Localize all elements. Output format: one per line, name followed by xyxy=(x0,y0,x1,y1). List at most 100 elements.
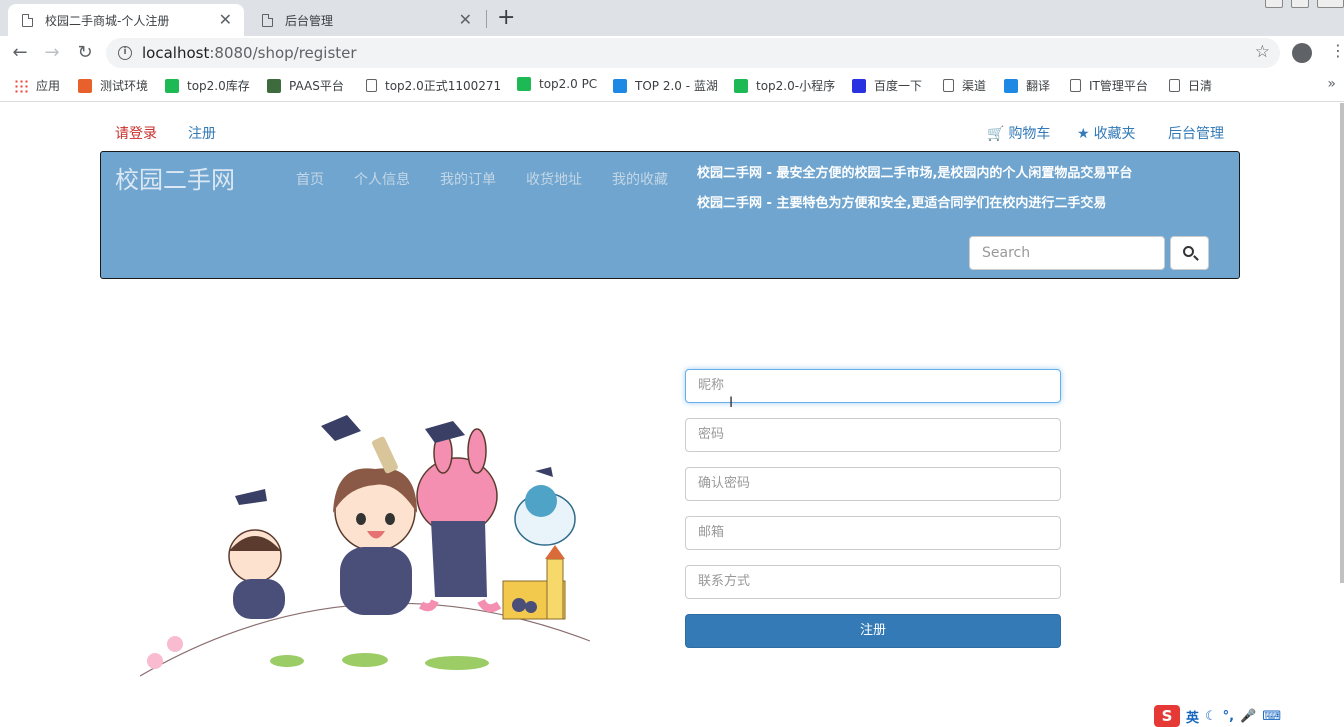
nav-home[interactable]: 首页 xyxy=(296,169,324,189)
play-icon xyxy=(517,77,531,91)
star-icon: ★ xyxy=(1077,126,1090,142)
login-link[interactable]: 请登录 xyxy=(115,123,157,143)
bookmark-item[interactable]: 百度一下 xyxy=(852,77,922,94)
register-button[interactable]: 注册 xyxy=(685,614,1061,648)
bookmark-item[interactable]: 翻译 xyxy=(1004,77,1050,94)
bookmark-item[interactable]: top2.0库存 xyxy=(165,77,250,94)
bookmark-item[interactable]: top2.0-小程序 xyxy=(734,77,835,94)
cart-link[interactable]: 🛒 购物车 xyxy=(987,123,1050,143)
bookmark-item[interactable]: top2.0正式1100271 xyxy=(366,77,501,94)
admin-link[interactable]: 后台管理 xyxy=(1168,123,1224,143)
bookmark-label: 日清 xyxy=(1188,79,1213,93)
doc-icon xyxy=(366,79,377,92)
bookmark-label: PAAS平台 xyxy=(289,79,344,93)
cart-label: 购物车 xyxy=(1008,126,1051,142)
slogan-line-1: 校园二手网 - 最安全方便的校园二手市场,是校园内的个人闲置物品交易平台 xyxy=(697,166,1133,181)
cart-icon: 🛒 xyxy=(987,126,1005,142)
bookmark-label: 应用 xyxy=(36,79,61,93)
mic-icon[interactable]: 🎤 xyxy=(1240,709,1256,724)
nickname-input[interactable]: 昵称 xyxy=(685,369,1061,403)
new-tab-button[interactable]: + xyxy=(497,6,515,30)
contact-input[interactable]: 联系方式 xyxy=(685,565,1061,599)
search-button[interactable] xyxy=(1170,236,1209,270)
close-icon[interactable]: ✕ xyxy=(459,12,472,28)
play-icon xyxy=(165,78,179,93)
register-link[interactable]: 注册 xyxy=(188,123,216,143)
bookmark-item[interactable]: IT管理平台 xyxy=(1070,77,1148,94)
slogan-line-2: 校园二手网 - 主要特色为方便和安全,更适合同学们在校内进行二手交易 xyxy=(697,196,1107,211)
password-input[interactable]: 密码 xyxy=(685,418,1061,452)
bookmark-item[interactable]: 日清 xyxy=(1169,77,1212,94)
ime-language[interactable]: 英 xyxy=(1186,707,1199,726)
reload-icon[interactable]: ↻ xyxy=(73,41,97,65)
bookmark-item[interactable]: 应用 xyxy=(14,77,60,94)
bookmark-label: 百度一下 xyxy=(874,79,923,93)
menu-icon[interactable]: ⋮ xyxy=(1330,41,1344,60)
tab-strip: 校园二手商城-个人注册 ✕ 后台管理 ✕ + xyxy=(0,0,1344,36)
bookmark-item[interactable]: TOP 2.0 - 蓝湖 xyxy=(613,77,718,94)
bookmark-label: IT管理平台 xyxy=(1089,79,1148,93)
bookmarks-bar: 应用 测试环境 top2.0库存 PAAS平台 top2.0正式1100271 top2.… xyxy=(0,70,1344,102)
play-icon xyxy=(734,78,748,93)
punctuation-icon[interactable]: °, xyxy=(1223,709,1234,724)
tab-admin[interactable]: 后台管理 ✕ xyxy=(248,4,484,36)
graduation-illustration xyxy=(139,415,591,677)
bookmark-item[interactable]: 测试环境 xyxy=(78,77,148,94)
page-icon xyxy=(22,13,33,27)
bookmark-item[interactable]: PAAS平台 xyxy=(267,77,344,94)
maximize-button[interactable] xyxy=(1291,0,1309,8)
tab-register[interactable]: 校园二手商城-个人注册 ✕ xyxy=(8,4,244,36)
keyboard-icon[interactable]: ⌨ xyxy=(1262,709,1281,724)
lanhu-icon xyxy=(613,78,627,93)
bookmark-label: top2.0 PC xyxy=(539,77,598,91)
close-icon[interactable]: ✕ xyxy=(219,12,232,28)
tab-separator xyxy=(486,10,487,28)
page-content: 请登录 注册 🛒 购物车 ★ 收藏夹 后台管理 校园二手网 首页 个人信息 我的订单… xyxy=(0,103,1340,727)
page-scrollbar[interactable] xyxy=(1340,103,1344,583)
translate-icon xyxy=(1004,78,1018,93)
address-bar[interactable]: i localhost:8080/shop/register ☆ xyxy=(106,38,1280,68)
favorites-label: 收藏夹 xyxy=(1093,126,1136,142)
bookmark-item[interactable]: top2.0 PC xyxy=(517,77,597,91)
close-window-button[interactable] xyxy=(1317,0,1344,8)
confirm-password-input[interactable]: 确认密码 xyxy=(685,467,1061,501)
nav-address[interactable]: 收货地址 xyxy=(526,169,582,189)
page-icon xyxy=(262,13,273,27)
nav-profile[interactable]: 个人信息 xyxy=(354,169,410,189)
bookmark-label: 渠道 xyxy=(962,79,987,93)
baidu-icon xyxy=(852,78,866,93)
bookmark-label: 测试环境 xyxy=(100,79,149,93)
profile-window-button[interactable] xyxy=(1265,0,1283,8)
email-input[interactable]: 邮箱 xyxy=(685,516,1061,550)
bookmark-label: top2.0正式1100271 xyxy=(385,79,502,93)
bookmark-star-icon[interactable]: ☆ xyxy=(1255,42,1270,62)
brand-logo[interactable]: 校园二手网 xyxy=(115,160,235,195)
bookmark-label: TOP 2.0 - 蓝湖 xyxy=(635,79,718,93)
url-text[interactable]: localhost:8080/shop/register xyxy=(142,44,357,62)
nav-orders[interactable]: 我的订单 xyxy=(440,169,496,189)
favorites-link[interactable]: ★ 收藏夹 xyxy=(1077,123,1136,143)
nav-favorites[interactable]: 我的收藏 xyxy=(612,169,668,189)
doc-icon xyxy=(943,79,954,92)
profile-icon[interactable] xyxy=(1292,43,1312,63)
moon-icon[interactable]: ☾ xyxy=(1205,709,1217,724)
doc-icon xyxy=(1169,79,1180,92)
more-bookmarks-icon[interactable]: » xyxy=(1327,76,1336,92)
forward-icon[interactable]: → xyxy=(40,41,64,65)
bookmark-label: top2.0库存 xyxy=(187,79,250,93)
browser-toolbar: ← → ↻ i localhost:8080/shop/register ☆ ⋮ xyxy=(0,36,1344,70)
apps-icon xyxy=(14,78,28,93)
back-icon[interactable]: ← xyxy=(8,41,32,65)
bookmark-label: 翻译 xyxy=(1026,79,1051,93)
site-header: 校园二手网 首页 个人信息 我的订单 收货地址 我的收藏 校园二手网 - 最安全… xyxy=(100,151,1240,279)
doc-icon xyxy=(1070,79,1081,92)
tab-title: 后台管理 xyxy=(285,13,334,28)
text-cursor-icon: I xyxy=(729,395,734,411)
bookmark-label: top2.0-小程序 xyxy=(756,79,836,93)
u-icon xyxy=(78,78,92,93)
search-input[interactable]: Search xyxy=(969,236,1165,270)
globe-icon xyxy=(267,78,281,93)
search-icon xyxy=(1183,246,1194,257)
info-icon[interactable]: i xyxy=(118,46,132,60)
bookmark-item[interactable]: 渠道 xyxy=(943,77,986,94)
